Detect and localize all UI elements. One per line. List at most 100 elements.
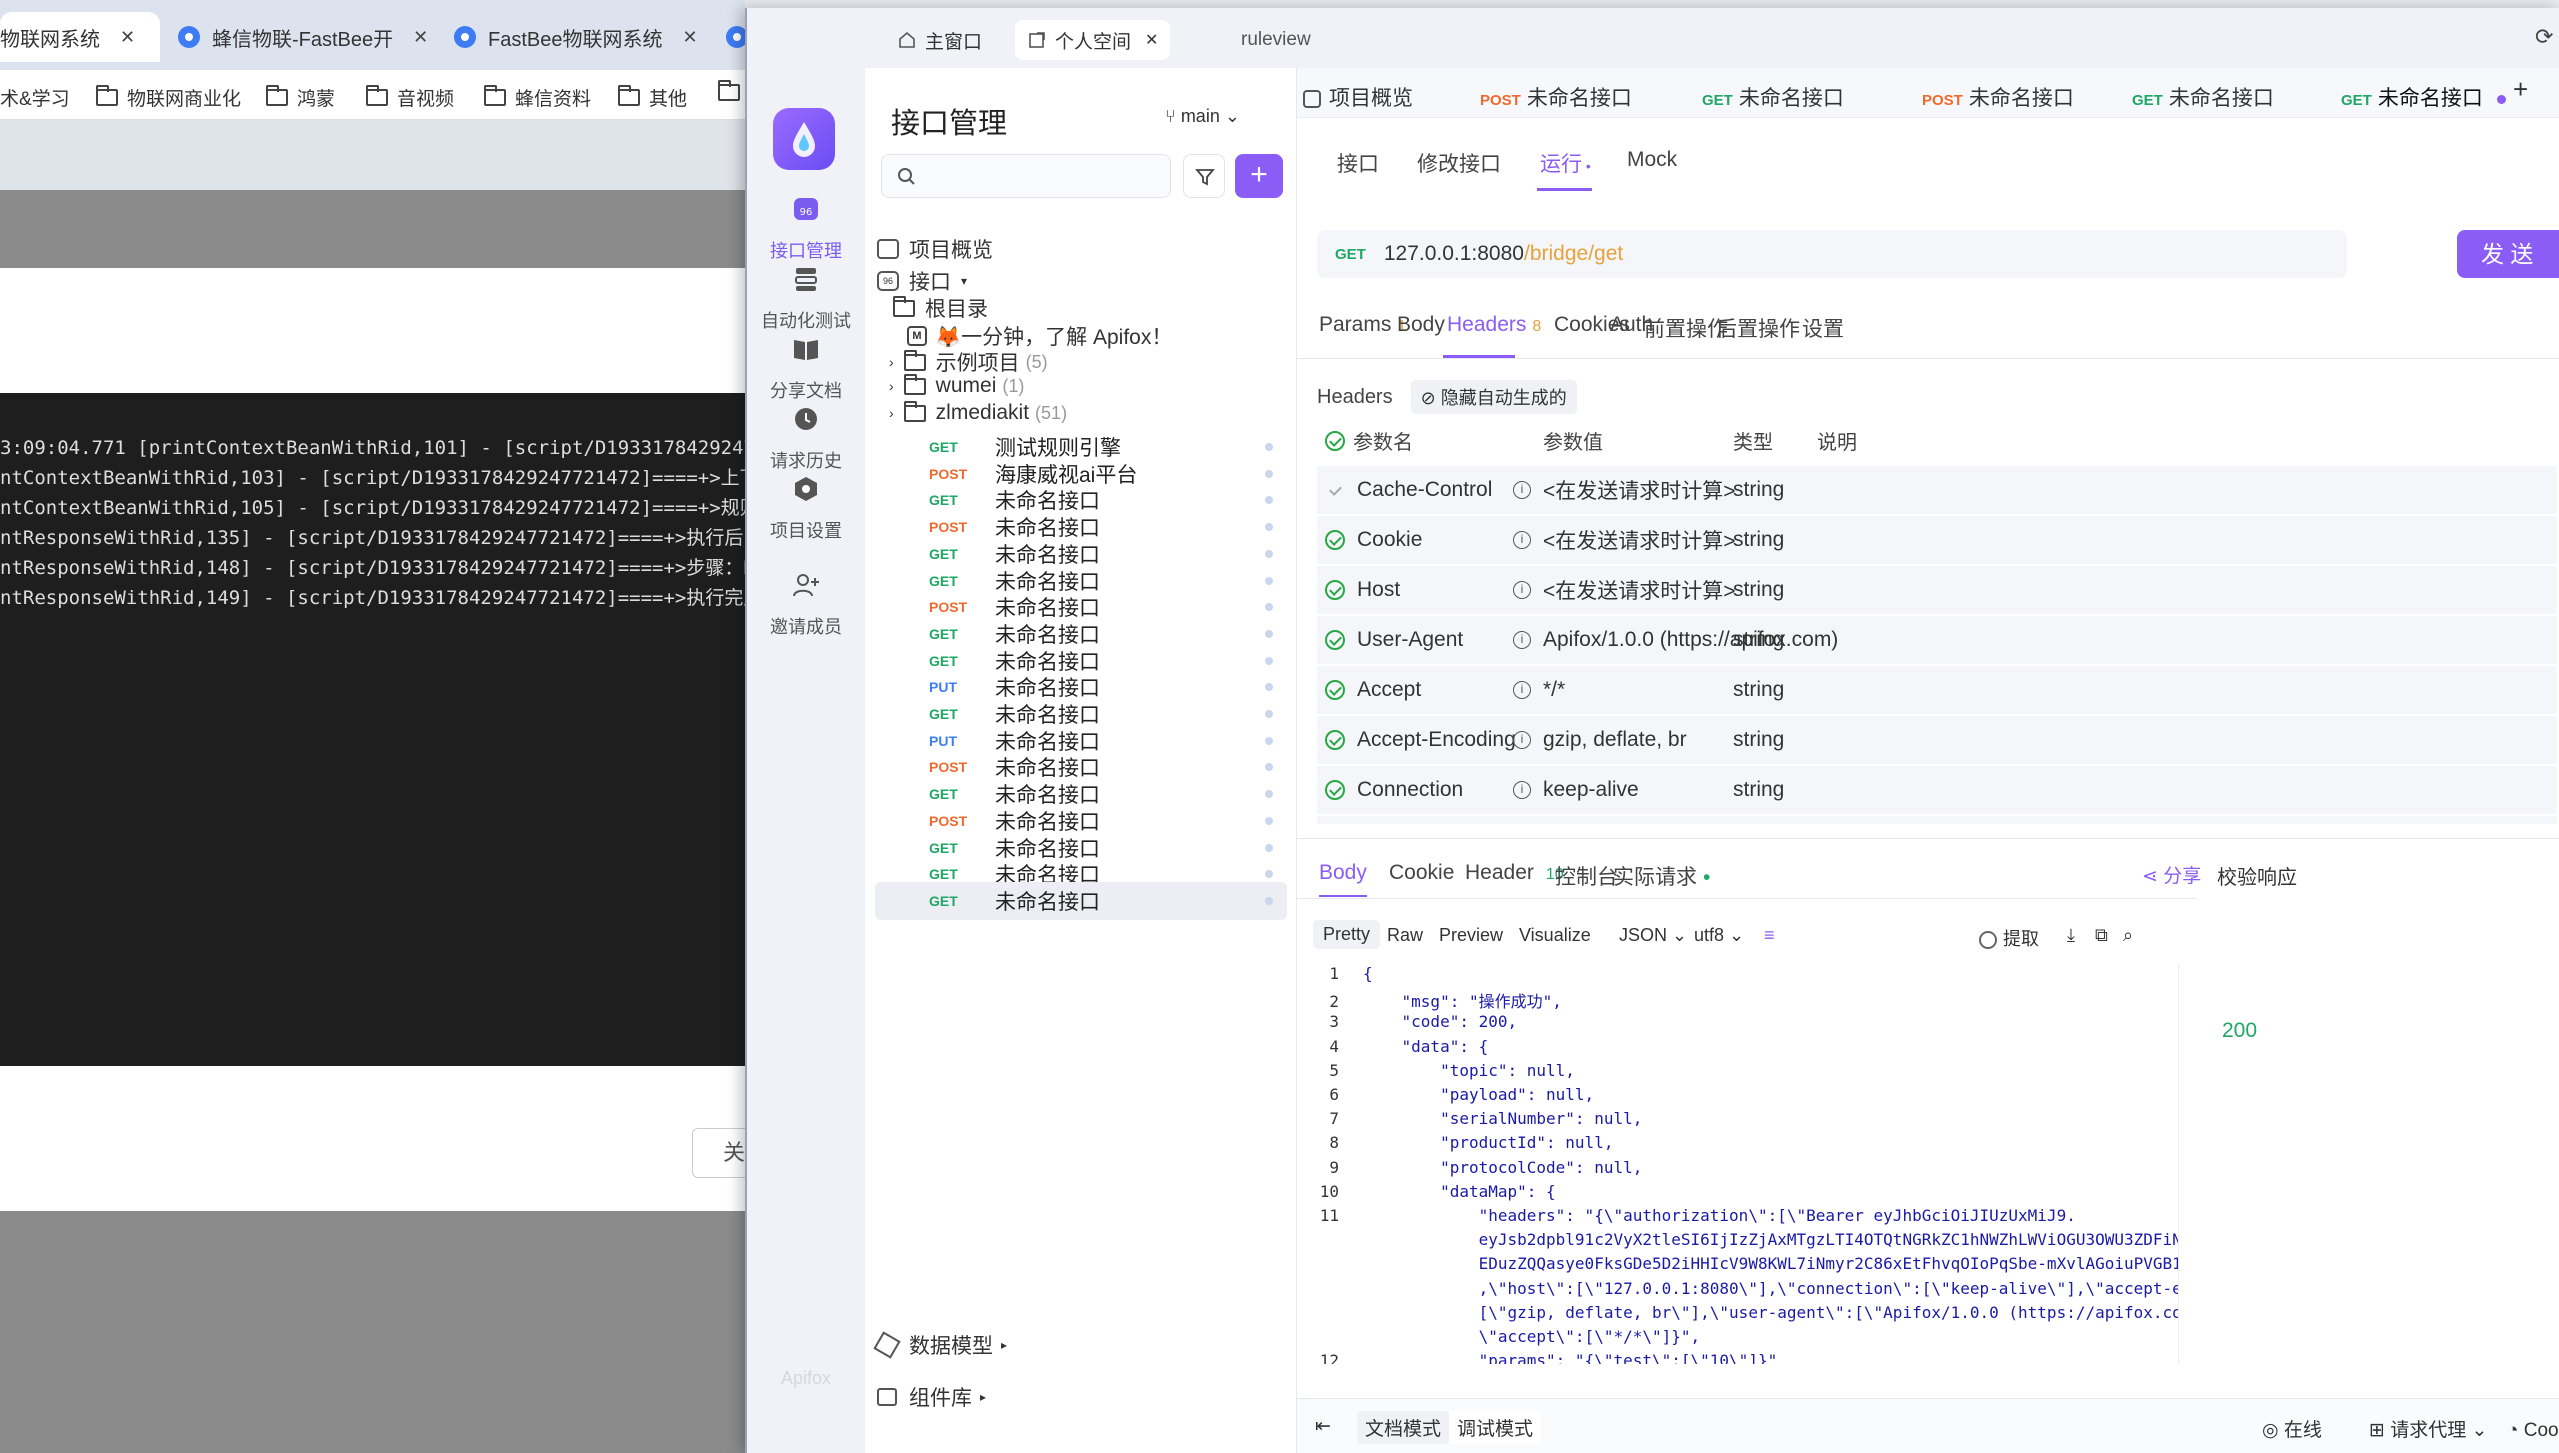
response-tab[interactable]: Header 10 — [1465, 861, 1564, 885]
info-icon[interactable]: i — [1513, 731, 1531, 749]
tab-mock[interactable]: Mock — [1627, 148, 1677, 172]
tab-run[interactable]: 运行 • — [1540, 148, 1591, 178]
search-icon[interactable]: ⌕ — [2123, 925, 2133, 946]
rail-share-docs[interactable]: 分享文档 — [747, 334, 865, 403]
collapse-sidebar-icon[interactable]: ⇤ — [1315, 1415, 1331, 1438]
cookie-manager-button[interactable]: ◔ Cookie 管理 — [2507, 1415, 2559, 1442]
tab-api[interactable]: GET 未命名接口 — [2132, 82, 2274, 112]
bookmark-folder[interactable] — [718, 80, 745, 101]
add-api-button[interactable]: + — [1235, 154, 1283, 198]
branch-selector[interactable]: ⑂ main ⌄ — [1165, 106, 1240, 127]
tree-data-models[interactable]: 数据模型 ▸ — [873, 1330, 1007, 1360]
tab-api[interactable]: POST 未命名接口 — [1480, 82, 1632, 112]
tab-api[interactable]: GET 未命名接口 — [1702, 82, 1844, 112]
download-icon[interactable]: ⤓ — [2067, 925, 2075, 946]
header-row[interactable]: AuthorizationiBearer eyJhbGciOiJIUzUxMis… — [1317, 816, 2557, 824]
browser-tab[interactable]: 蜂信物联-FastBee开 ✕ — [178, 12, 428, 62]
header-row[interactable]: Host i <在发送请求时计算> string — [1317, 566, 2557, 615]
format-raw[interactable]: Raw — [1387, 925, 1423, 946]
tree-folder[interactable]: › zlmediakit (51) — [889, 400, 1067, 425]
bookmark-item[interactable]: 术&学习 — [0, 84, 70, 111]
tree-project-overview[interactable]: 项目概览 — [877, 234, 993, 264]
debug-mode-button[interactable]: 调试模式 — [1449, 1411, 1542, 1444]
doc-mode-button[interactable]: 文档模式 — [1357, 1411, 1450, 1444]
tree-search-input[interactable] — [881, 154, 1171, 198]
content-type-select[interactable]: JSON ⌄ — [1619, 925, 1687, 946]
info-icon[interactable]: i — [1513, 681, 1531, 699]
method-select[interactable]: GET — [1335, 246, 1366, 263]
verify-response-label[interactable]: 校验响应 — [2217, 861, 2297, 890]
bookmark-folder[interactable]: 其他 — [618, 84, 687, 111]
row-checkbox[interactable] — [1325, 580, 1345, 600]
info-icon[interactable]: i — [1513, 481, 1531, 499]
extract-button[interactable]: 提取 — [1979, 925, 2039, 951]
tree-components[interactable]: 组件库 ▸ — [877, 1382, 986, 1412]
tab-edit-api[interactable]: 修改接口 — [1417, 148, 1501, 178]
header-row[interactable]: Accept-Encoding i gzip, deflate, br string — [1317, 716, 2557, 765]
browser-tab[interactable]: FastBee物联网系统 ✕ — [454, 12, 698, 62]
format-preview[interactable]: Preview — [1439, 925, 1503, 946]
refresh-icon[interactable]: ⟳ — [2535, 24, 2553, 50]
response-tab[interactable]: 控制台 — [1555, 861, 1618, 891]
row-checkbox[interactable] — [1325, 530, 1345, 550]
request-tab-params[interactable]: Params 1 — [1319, 313, 1406, 337]
tab-api[interactable]: POST 未命名接口 — [1922, 82, 2074, 112]
bookmark-folder[interactable]: 蜂信资料 — [484, 84, 591, 111]
row-checkbox[interactable] — [1325, 680, 1345, 700]
rail-api-management[interactable]: 96 接口管理 — [747, 194, 865, 263]
tab-api-active[interactable]: GET 未命名接口 — [2341, 82, 2506, 112]
bookmark-folder[interactable]: 鸿蒙 — [266, 84, 335, 111]
response-tab[interactable]: Cookie — [1389, 861, 1454, 885]
request-tab-设置[interactable]: 设置 — [1802, 313, 1844, 343]
url-input[interactable]: GET 127.0.0.1:8080/bridge/get — [1317, 230, 2347, 278]
rail-auto-test[interactable]: 自动化测试 — [747, 264, 865, 333]
filter-button[interactable] — [1183, 154, 1225, 198]
tree-api-root[interactable]: 96 接口 ▾ — [877, 266, 967, 296]
bookmark-folder[interactable]: 音视频 — [366, 84, 454, 111]
request-proxy-button[interactable]: ⊞ 请求代理 ⌄ — [2369, 1415, 2487, 1442]
tab-api[interactable]: 接口 — [1337, 148, 1379, 178]
request-tab-body[interactable]: Body — [1397, 313, 1445, 337]
personal-space-tab[interactable]: 个人空间 ✕ — [1015, 20, 1171, 60]
row-checkbox[interactable] — [1325, 480, 1345, 500]
request-tab-headers[interactable]: Headers 8 — [1447, 313, 1541, 337]
header-row[interactable]: Connection i keep-alive string — [1317, 766, 2557, 815]
response-tab[interactable]: 实际请求 • — [1613, 861, 1710, 891]
response-tab[interactable]: Body — [1319, 861, 1367, 897]
bookmark-folder[interactable]: 物联网商业化 — [96, 84, 241, 111]
header-row[interactable]: Cookie i <在发送请求时计算> string — [1317, 516, 2557, 565]
browser-tab[interactable]: 物联网系统 ✕ — [0, 12, 160, 62]
info-icon[interactable]: i — [1513, 581, 1531, 599]
wrap-lines-icon[interactable]: ≡ — [1764, 925, 1775, 946]
api-tree-item[interactable]: GET 未命名接口 — [875, 881, 1287, 920]
hide-auto-generated-toggle[interactable]: ⊘ 隐藏自动生成的 — [1410, 380, 1577, 414]
browser-tab[interactable] — [726, 12, 745, 62]
close-icon[interactable]: ✕ — [1145, 30, 1158, 50]
header-row[interactable]: Cache-Control i <在发送请求时计算> string — [1317, 466, 2557, 515]
share-button[interactable]: ⋖ 分享 — [2142, 861, 2201, 888]
info-icon[interactable]: i — [1513, 781, 1531, 799]
tree-folder[interactable]: › wumei (1) — [889, 373, 1024, 398]
rail-project-settings[interactable]: 项目设置 — [747, 474, 865, 543]
rail-invite-members[interactable]: 邀请成员 — [747, 570, 865, 639]
tree-root-dir[interactable]: 根目录 — [893, 293, 988, 323]
header-row[interactable]: User-Agent i Apifox/1.0.0 (https://apifox.… — [1317, 616, 2557, 665]
new-tab-button[interactable]: + — [2513, 74, 2528, 105]
main-window-tab[interactable]: 主窗口 — [897, 20, 982, 60]
encoding-select[interactable]: utf8 ⌄ — [1694, 925, 1744, 946]
close-icon[interactable]: ✕ — [682, 27, 697, 48]
select-all-checkbox[interactable] — [1325, 430, 1345, 451]
tab-project-overview[interactable]: 项目概览 — [1303, 82, 1413, 112]
online-status[interactable]: ◎ 在线 — [2262, 1415, 2322, 1442]
header-row[interactable]: Accept i */* string — [1317, 666, 2557, 715]
project-tab[interactable]: ruleview — [1241, 20, 1311, 60]
send-button[interactable]: 发 送 — [2457, 230, 2559, 278]
row-checkbox[interactable] — [1325, 780, 1345, 800]
info-icon[interactable]: i — [1513, 531, 1531, 549]
rail-request-history[interactable]: 请求历史 — [747, 404, 865, 473]
dialog-close-button[interactable]: 关 — [692, 1128, 745, 1178]
row-checkbox[interactable] — [1325, 730, 1345, 750]
info-icon[interactable]: i — [1513, 631, 1531, 649]
format-pretty[interactable]: Pretty — [1313, 920, 1381, 949]
copy-icon[interactable]: ⧉ — [2095, 925, 2108, 946]
